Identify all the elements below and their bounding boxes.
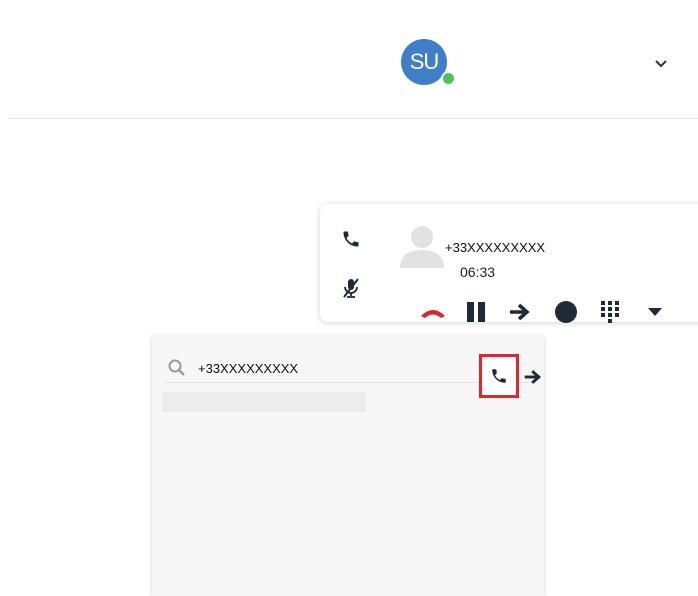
hangup-button[interactable] (416, 300, 450, 324)
phone-icon (492, 369, 506, 383)
call-phone-number: +33XXXXXXXXX (445, 240, 546, 255)
chevron-down-icon (655, 60, 667, 68)
more-caret-icon (648, 308, 662, 316)
more-options-button[interactable] (644, 300, 666, 324)
top-bar: SU (0, 0, 698, 120)
active-call-card: +33XXXXXXXXX 06:33 (320, 204, 698, 324)
contact-suggestion-item[interactable] (162, 392, 366, 412)
search-icon (168, 359, 185, 376)
mute-toggle-button[interactable] (340, 276, 362, 300)
transfer-button[interactable] (506, 300, 534, 324)
transfer-arrow-icon (510, 303, 530, 321)
call-button[interactable] (479, 354, 519, 398)
dial-panel (152, 336, 544, 596)
user-menu-dropdown[interactable] (649, 52, 673, 76)
dialpad-button[interactable] (596, 300, 624, 324)
hangup-icon (421, 310, 445, 318)
blind-transfer-button[interactable] (522, 366, 544, 388)
header-divider (8, 118, 698, 119)
microphone-muted-icon (343, 278, 359, 298)
user-initials: SU (409, 49, 440, 74)
presence-status-indicator (441, 71, 456, 86)
dial-number-input[interactable] (198, 358, 340, 378)
record-button[interactable] (552, 300, 580, 324)
record-icon (555, 301, 577, 323)
pause-icon (467, 302, 485, 322)
dialpad-icon (601, 301, 619, 323)
phone-icon (343, 231, 359, 247)
arrow-right-icon (524, 370, 542, 384)
call-duration-timer: 06:33 (460, 264, 496, 280)
hold-button[interactable] (462, 300, 490, 324)
contact-placeholder-avatar (400, 226, 444, 268)
dial-search-row (164, 354, 542, 398)
call-tab-button[interactable] (340, 228, 362, 250)
